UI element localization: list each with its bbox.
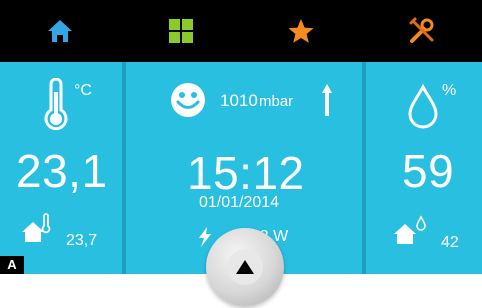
temperature-panel[interactable]: °C 23,1 23,7 <box>0 62 122 274</box>
tab-home[interactable] <box>0 0 121 62</box>
tab-grid[interactable] <box>121 0 242 62</box>
smiley-icon <box>171 83 205 117</box>
humidity-panel[interactable]: % 59 42 <box>366 62 482 274</box>
star-icon <box>288 19 314 43</box>
clock-time: 15:12 <box>187 147 305 199</box>
home-icon <box>48 20 73 42</box>
tab-favorites[interactable] <box>241 0 362 62</box>
indoor-humidity-value: 42 <box>441 234 459 251</box>
outdoor-temperature-value: 23,1 <box>16 145 108 197</box>
outdoor-humidity-value: 59 <box>402 145 455 197</box>
lightning-icon <box>199 227 211 247</box>
expand-up-button[interactable] <box>206 228 284 306</box>
arrow-up-icon <box>322 84 332 116</box>
temperature-unit: °C <box>74 82 92 99</box>
triangle-up-icon <box>227 249 263 285</box>
pressure-value: 1010 <box>220 91 258 110</box>
indoor-temperature-value: 23,7 <box>66 232 98 249</box>
tools-icon <box>409 17 434 43</box>
humidity-unit: % <box>442 82 457 99</box>
drop-icon <box>408 84 438 129</box>
house-thermometer-icon <box>22 213 51 242</box>
grid-icon <box>168 19 193 43</box>
house-drop-icon <box>394 215 426 244</box>
clock-date: 01/01/2014 <box>199 194 280 211</box>
thermometer-icon <box>44 78 68 131</box>
top-navigation-bar <box>0 0 482 62</box>
corner-label: A <box>0 256 24 274</box>
tab-settings[interactable] <box>362 0 482 62</box>
pressure-unit: mbar <box>259 93 294 110</box>
